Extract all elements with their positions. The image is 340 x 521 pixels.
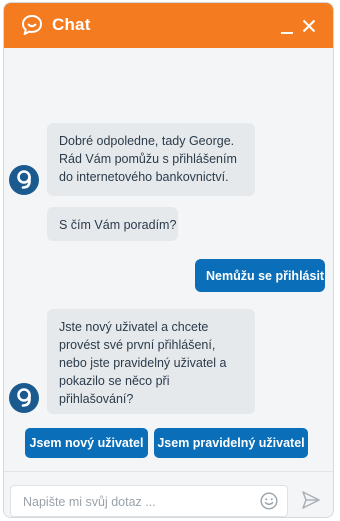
message-line: Nemůžu se přihlásit (206, 269, 325, 283)
message-line: Rád Vám pomůžu s přihlášením (59, 152, 237, 166)
chat-title: Chat (52, 15, 91, 34)
option-regular-user-button[interactable]: Jsem pravidelný uživatel (154, 428, 308, 458)
message-line: Dobré odpoledne, tady George. (59, 134, 235, 148)
option-new-user-button[interactable]: Jsem nový uživatel (25, 428, 148, 458)
message-line: Jste nový uživatel a chcete (59, 320, 209, 334)
message-input[interactable] (21, 486, 250, 517)
minimize-icon[interactable] (279, 19, 295, 35)
chat-bubble-icon (22, 15, 42, 35)
george-avatar-icon (9, 383, 39, 413)
message-line: přihlašování? (59, 392, 134, 406)
message-line: pokazilo se něco při (59, 374, 170, 388)
message-line: S čím Vám poradím? (59, 218, 177, 232)
message-line: provést své první přihlášení, (59, 338, 216, 352)
chat-window: Chat Dobré odpoledne, tady George. Rád V… (3, 2, 334, 518)
send-icon[interactable] (301, 490, 321, 510)
message-list[interactable]: Dobré odpoledne, tady George. Rád Vám po… (4, 48, 333, 458)
bot-message: S čím Vám poradím? (47, 207, 178, 241)
message-input-box[interactable] (10, 485, 288, 517)
composer (4, 471, 333, 517)
message-line: nebo jste pravidelný uživatel a (59, 356, 227, 370)
message-line: do internetového bankovnictví. (59, 170, 229, 184)
user-message: Nemůžu se přihlásit (195, 259, 325, 292)
george-avatar-icon (9, 165, 39, 195)
close-icon[interactable] (302, 19, 316, 33)
smiley-icon[interactable] (260, 492, 278, 510)
chat-header: Chat (4, 3, 333, 48)
bot-message: Dobré odpoledne, tady George. Rád Vám po… (47, 123, 255, 196)
bot-message: Jste nový uživatel a chcete provést své … (47, 309, 255, 414)
